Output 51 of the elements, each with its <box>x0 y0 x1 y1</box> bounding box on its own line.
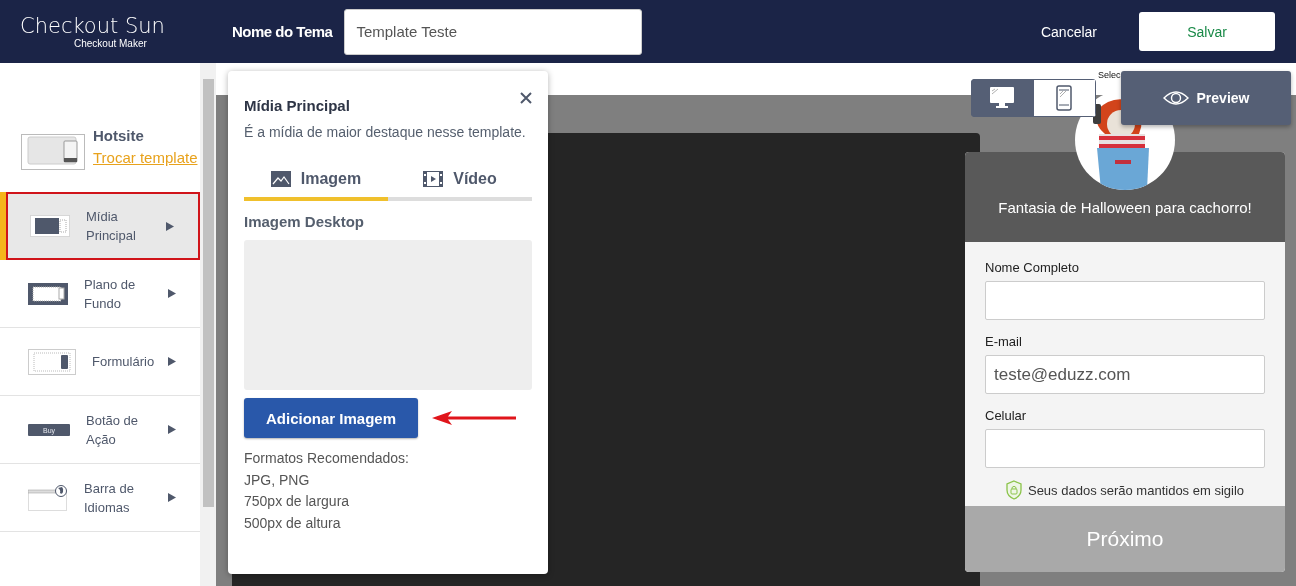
globe-bar-icon <box>28 484 68 511</box>
field-label: E-mail <box>985 334 1023 349</box>
input-field[interactable] <box>985 429 1265 468</box>
sidebar-item[interactable]: Plano de Fundo <box>0 260 200 328</box>
background-block-icon <box>28 282 68 305</box>
preview-button[interactable]: Preview <box>1121 71 1291 125</box>
sidebar-item[interactable]: Mídia Principal <box>6 192 200 260</box>
product-title: Fantasia de Halloween para cachorro! <box>998 199 1252 216</box>
eye-icon <box>1162 90 1189 106</box>
cancel-button[interactable]: Cancelar <box>1038 17 1099 46</box>
add-image-button[interactable]: Adicionar Imagem <box>244 398 418 438</box>
sidebar-item[interactable]: Barra de Idiomas <box>0 464 200 532</box>
media-tab[interactable]: Vídeo <box>388 164 532 201</box>
phone-icon <box>1056 85 1073 111</box>
selection-marker <box>0 192 6 260</box>
format-note: Formatos Recomendados: <box>244 449 410 468</box>
caret-icon <box>168 493 176 502</box>
media-block-icon <box>30 215 70 237</box>
caret-icon <box>166 221 174 231</box>
logo-title: Checkout Sun <box>20 14 166 38</box>
field-label: Celular <box>985 408 1028 423</box>
caret-icon <box>168 289 176 298</box>
caret-icon <box>168 357 176 366</box>
scrollbar[interactable] <box>200 63 216 586</box>
cut-label: Selec <box>1098 70 1121 80</box>
theme-label: Nome do Tema <box>232 23 333 40</box>
shield-lock-icon <box>1005 480 1022 500</box>
template-thumbnail-icon <box>21 134 85 170</box>
format-note: 750px de largura <box>244 492 351 511</box>
template-name: Hotsite <box>93 127 145 144</box>
input-field[interactable] <box>985 281 1265 320</box>
privacy-note: Seus dados serão mantidos em sigilo <box>1027 482 1245 498</box>
form-block-icon <box>28 348 76 375</box>
field-label: Nome Completo <box>985 260 1080 275</box>
image-icon <box>270 171 291 187</box>
device-button[interactable] <box>1032 79 1096 117</box>
media-tab[interactable]: Imagem <box>244 164 388 201</box>
close-icon[interactable] <box>520 91 532 104</box>
caret-icon <box>168 425 176 434</box>
save-button[interactable]: Salvar <box>1139 12 1275 51</box>
sidebar-item[interactable]: Formulário <box>0 328 200 396</box>
section-label: Imagem Desktop <box>244 213 366 230</box>
format-note: JPG, PNG <box>244 470 311 490</box>
format-note: 500px de altura <box>244 513 342 533</box>
panel-description: É a mídia de maior destaque nesse template. <box>244 123 527 142</box>
logo-subtitle: Checkout Maker <box>74 38 147 49</box>
film-icon <box>423 171 444 187</box>
panel-title: Mídia Principal <box>244 97 350 114</box>
input-field[interactable]: teste@eduzz.com <box>985 355 1265 394</box>
theme-name-field[interactable]: Template Teste <box>344 8 643 55</box>
desktop-icon <box>988 86 1015 110</box>
